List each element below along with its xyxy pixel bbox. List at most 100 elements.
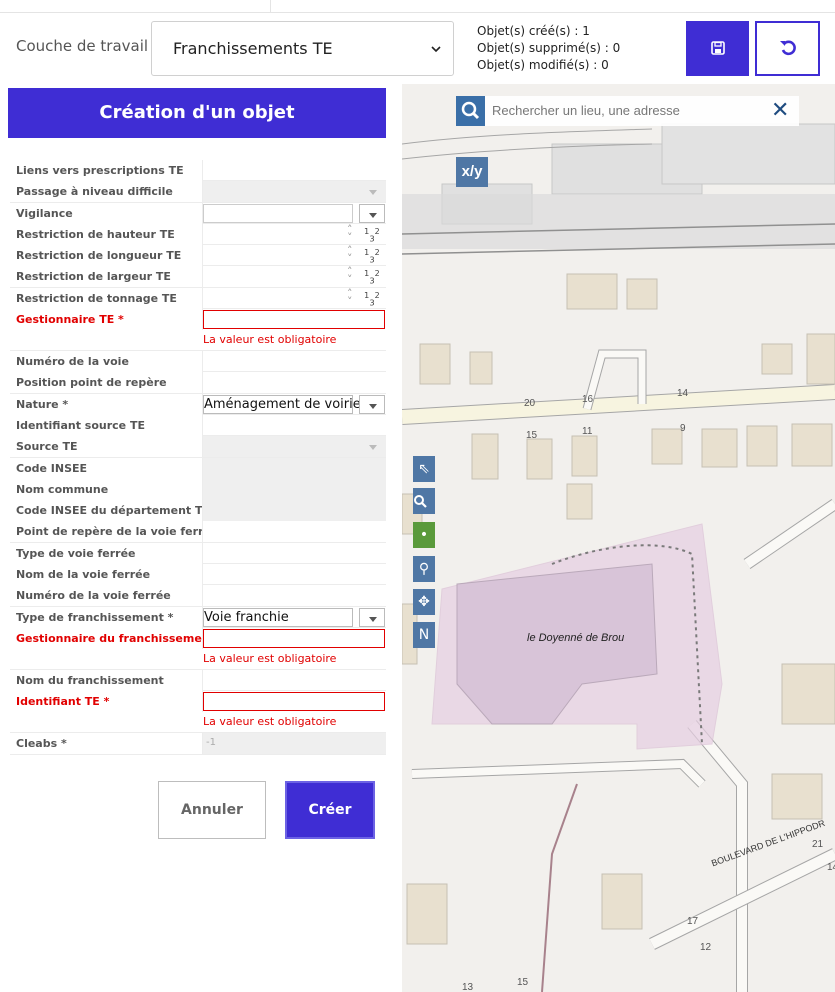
layer-select[interactable]: Franchissements TE [151,21,454,76]
chevron-down-icon[interactable] [359,394,385,414]
form-row: Passage à niveau difficile [10,181,386,203]
field-label: Type de voie ferrée [10,542,203,564]
field-label: Liens vers prescriptions TE [10,160,203,181]
fraction-format-icon[interactable]: 132 [364,247,380,264]
top-divider-tick [270,0,271,12]
field-label: Nom de la voie ferrée [10,564,203,586]
form-row: Restriction de hauteur TE ˄ ˅ 132 [10,223,386,246]
layer-label: Couche de travail [16,37,149,55]
field-input[interactable] [203,415,386,436]
form-row: Nature * Aménagement de voirie [10,393,386,415]
create-button[interactable]: Créer [285,781,375,839]
field-input[interactable] [203,521,386,542]
form-row: Nom commune [10,478,386,501]
field-input[interactable]: Voie franchie [203,607,386,628]
field-input[interactable]: ˄ ˅ 132 [203,266,386,287]
edit-counters: Objet(s) créé(s) : 1 Objet(s) supprimé(s… [477,23,620,74]
field-label: Nature * [10,393,203,415]
select-border [203,607,353,627]
map-veil [402,84,835,992]
field-input[interactable] [203,691,386,712]
form-row: Numéro de la voie ferrée [10,585,386,607]
field-input[interactable] [203,564,386,585]
save-button[interactable] [686,21,749,76]
number-spinner-icon[interactable]: ˄ ˅ [347,288,353,307]
select-border [203,203,353,223]
chevron-down-icon [360,437,386,456]
field-label: Identifiant TE * [10,691,203,713]
xy-coordinates-button[interactable]: x/y [456,157,488,187]
required-text-input[interactable] [203,310,385,330]
map-number: 11 [582,426,593,437]
field-input[interactable]: ˄ ˅ 132 [203,245,386,266]
field-input[interactable]: Aménagement de voirie [203,394,386,415]
chevron-down-icon[interactable] [359,203,385,223]
field-label: Passage à niveau difficile [10,181,203,203]
field-input[interactable] [203,543,386,564]
field-input[interactable] [203,436,386,458]
field-input[interactable] [203,628,386,649]
number-spinner-icon[interactable]: ˄ ˅ [347,224,353,243]
required-error-message: La valeur est obligatoire [203,715,337,729]
number-spinner-icon[interactable]: ˄ ˅ [347,245,353,264]
select-border [203,394,353,414]
search-icon [461,101,480,120]
field-input[interactable]: ˄ ˅ 132 [203,224,386,245]
field-label: Cleabs * [10,733,203,755]
field-input[interactable] [203,181,386,203]
form-row: Nom du franchissement [10,669,386,692]
number-spinner-icon[interactable]: ˄ ˅ [347,266,353,285]
marker-icon[interactable]: ⚲ [413,556,435,582]
field-label: Position point de repère [10,372,203,394]
required-error-message: La valeur est obligatoire [203,651,337,665]
object-form: Liens vers prescriptions TE Passage à niv… [10,160,386,755]
map-number: 20 [524,398,536,409]
top-divider [0,12,835,13]
field-input[interactable] [203,309,386,330]
field-input [203,478,386,500]
counter-modified: Objet(s) modifié(s) : 0 [477,58,609,72]
form-row: Restriction de tonnage TE ˄ ˅ 132 [10,287,386,310]
field-input [203,500,386,522]
field-input [203,457,386,479]
north-icon[interactable]: N [413,622,435,648]
field-input[interactable] [203,670,386,691]
map-number: 12 [700,942,712,953]
field-label: Identifiant source TE [10,414,203,436]
move-icon[interactable]: ✥ [413,589,435,615]
field-label: Source TE [10,436,203,458]
zoom-icon[interactable] [413,488,435,514]
select-arrow-icon[interactable]: ⇖ [413,456,435,482]
point-icon[interactable]: • [413,522,435,548]
form-row: Code INSEE [10,457,386,479]
field-input[interactable]: ˄ ˅ 132 [203,288,386,309]
fraction-format-icon[interactable]: 132 [364,226,380,243]
field-input[interactable] [203,585,386,606]
map-view[interactable]: Rechercher un lieu, une adresse ✕ x/y ⇖ … [402,84,835,992]
poi-label: le Doyenné de Brou [527,632,625,644]
cleabs-value: -1 [206,737,216,749]
form-row: Liens vers prescriptions TE [10,160,386,182]
fraction-format-icon[interactable]: 132 [364,268,380,285]
field-label: Code INSEE du département TE [10,500,203,522]
field-label: Gestionnaire du franchissement * [10,627,203,649]
field-input[interactable] [203,203,386,224]
map-number: 21 [812,839,824,850]
map-number: 17 [687,916,699,927]
field-input: -1 [203,733,386,755]
field-input[interactable] [203,351,386,372]
form-row: Point de repère de la voie ferrée [10,521,386,543]
required-text-input[interactable] [203,692,385,712]
cancel-button[interactable]: Annuler [158,781,266,839]
map-number: 13 [462,982,474,992]
close-icon[interactable]: ✕ [771,98,789,123]
fraction-format-icon[interactable]: 132 [364,290,380,307]
field-input[interactable] [203,160,386,181]
map-search-button[interactable] [456,96,485,126]
chevron-down-icon[interactable] [359,607,385,627]
field-label: Code INSEE [10,457,203,479]
undo-button[interactable] [755,21,820,76]
field-input[interactable] [203,372,386,393]
field-label: Nom commune [10,478,203,500]
required-text-input[interactable] [203,628,385,648]
